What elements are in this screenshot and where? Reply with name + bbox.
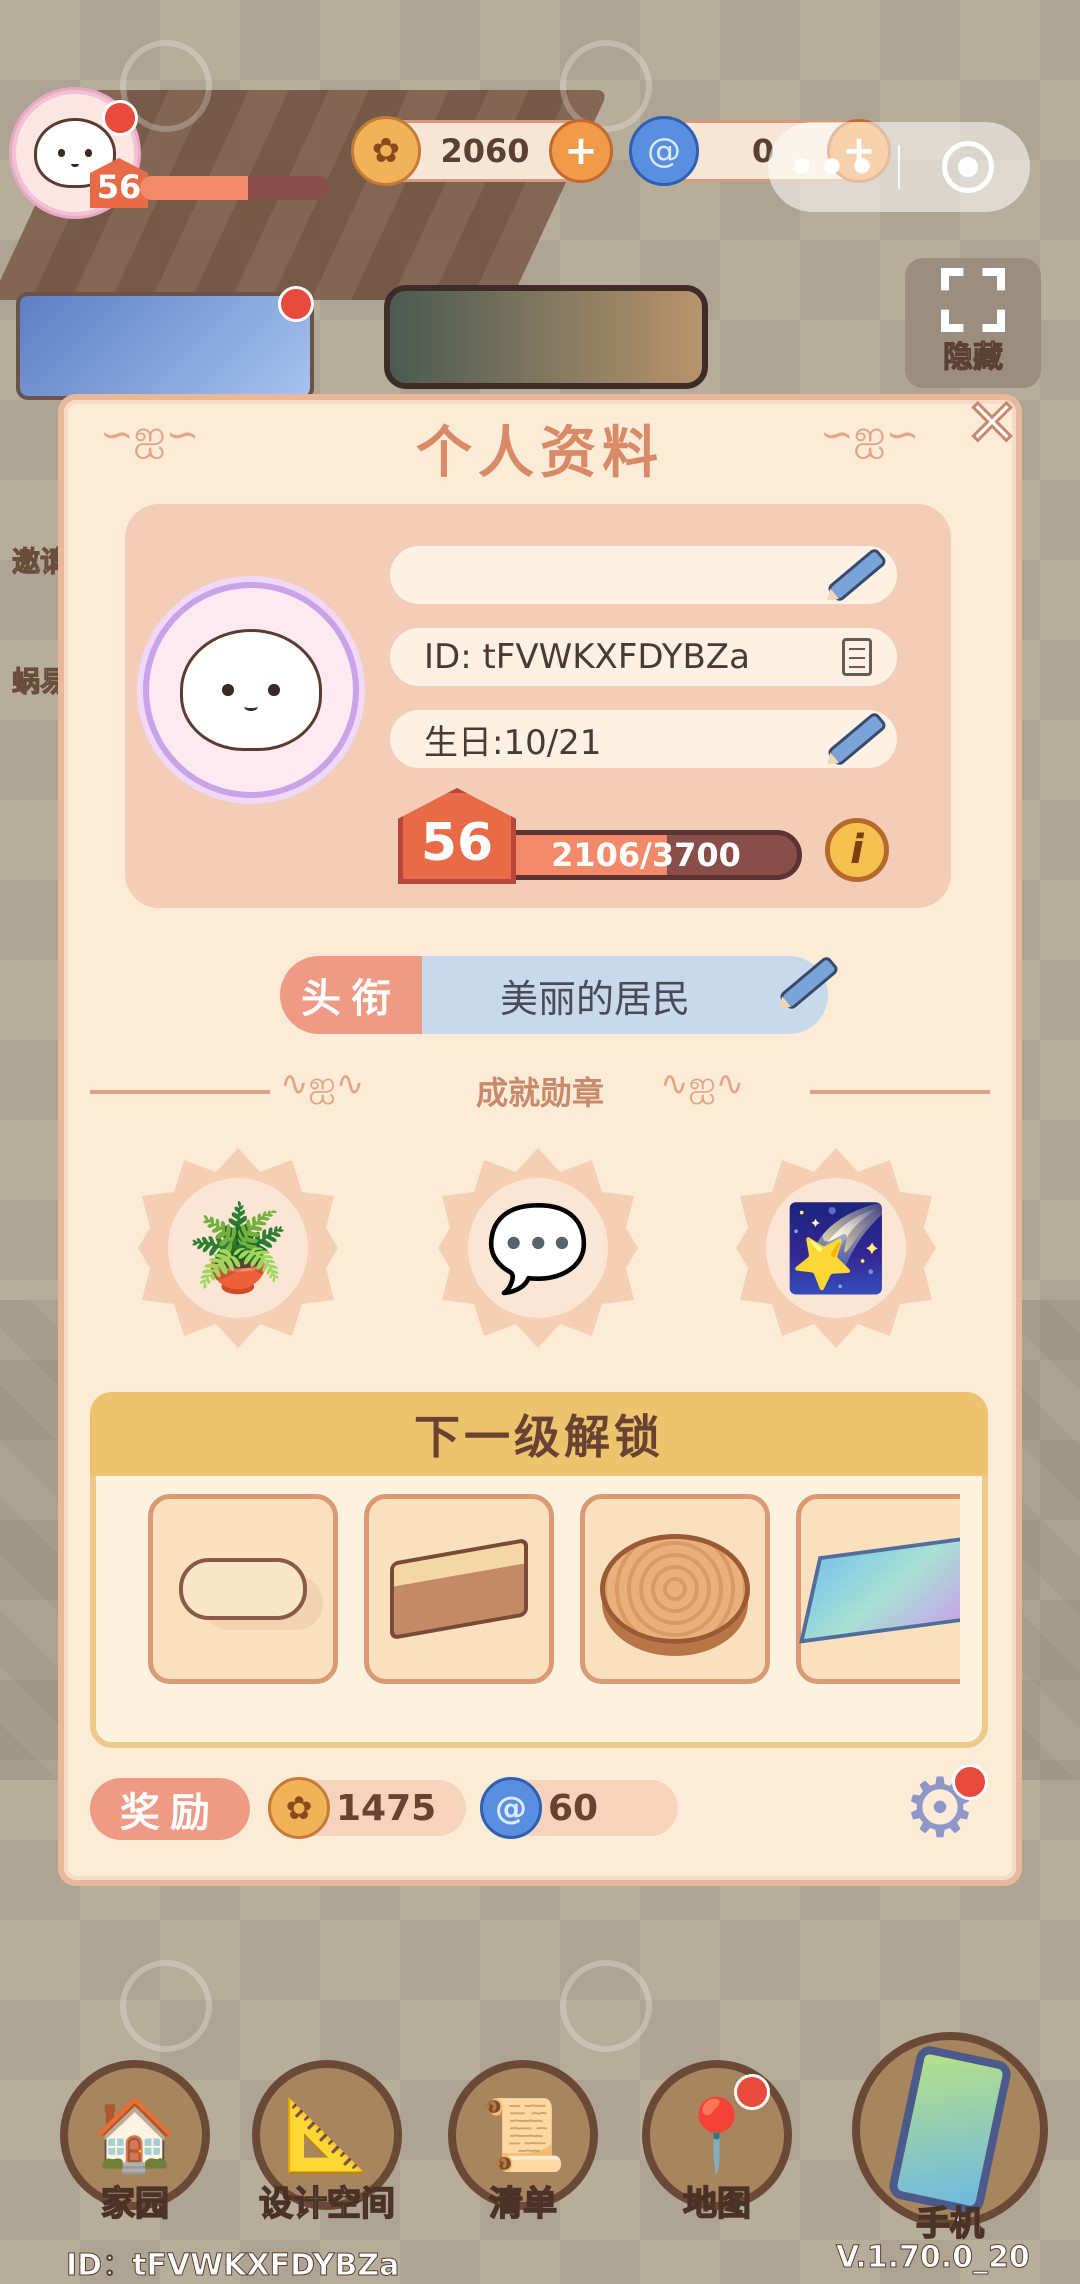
ruler-triangle-icon: 📐 — [283, 2093, 371, 2176]
profile-avatar[interactable] — [143, 582, 359, 798]
reward-gems: @ 60 — [480, 1777, 678, 1839]
more-menu-button[interactable]: ••• — [768, 142, 898, 193]
player-xp-fill — [140, 176, 249, 200]
edit-birthday-pencil-icon[interactable] — [827, 710, 887, 768]
player-id-field: ID: tFVWKXFDYBZa — [390, 628, 897, 686]
reward-gems-amount: 60 — [548, 1787, 599, 1829]
nav-list-label: 清单 — [488, 2183, 558, 2225]
swirl-gem-icon: @ — [480, 1777, 542, 1839]
fullscreen-icon — [941, 268, 1005, 332]
background-sun-decor — [560, 40, 652, 132]
level-xp-text: 2106/3700 — [551, 836, 741, 874]
rainbow-star-icon: 🌠 — [766, 1178, 906, 1318]
event-banner[interactable] — [16, 292, 314, 400]
notification-dot — [278, 286, 314, 322]
player-xp-bar — [140, 176, 330, 200]
close-miniprogram-button[interactable] — [942, 141, 994, 193]
copy-id-icon[interactable] — [827, 628, 887, 686]
unlock-item-rug[interactable] — [796, 1494, 960, 1684]
birthday-field[interactable]: 生日:10/21 — [390, 710, 897, 768]
rug-icon — [799, 1534, 960, 1644]
nickname-field[interactable] — [390, 546, 897, 604]
background-sun-decor — [120, 1960, 212, 2052]
notification-dot — [734, 2074, 770, 2110]
birthday-text: 生日:10/21 — [424, 722, 602, 763]
unlock-items-list[interactable] — [146, 1492, 960, 1692]
edit-name-pencil-icon[interactable] — [827, 546, 887, 604]
player-id-text: ID: tFVWKXFDYBZa — [424, 637, 750, 677]
achievements-heading: 成就勋章 — [475, 1074, 604, 1112]
nav-design-label: 设计空间 — [258, 2183, 396, 2225]
notification-dot — [102, 100, 138, 136]
title-value: 美丽的居民 — [422, 956, 828, 1034]
title-tag: 头衔 — [280, 956, 422, 1034]
watering-can-icon: 🪴 — [168, 1178, 308, 1318]
player-title-row: 头衔 美丽的居民 — [280, 956, 828, 1034]
unlock-item-stump-table[interactable] — [580, 1494, 770, 1684]
phone-icon — [886, 2043, 1014, 2217]
dialog-title: 个人资料 — [416, 421, 664, 486]
unlock-item-bed[interactable] — [364, 1494, 554, 1684]
achievement-medal-watering-can[interactable]: 🪴 — [120, 1148, 356, 1348]
add-coins-button[interactable]: + — [549, 119, 613, 183]
coin-amount: 2060 — [440, 132, 530, 170]
coin-icon: ✿ — [268, 1777, 330, 1839]
background-sun-decor — [560, 1960, 652, 2052]
hide-label: 隐藏 — [943, 340, 1004, 376]
footer-version: V.1.70.0_20 — [836, 2240, 1031, 2276]
reward-tag: 奖励 — [90, 1778, 250, 1840]
stump-table-icon — [600, 1534, 750, 1644]
weather-indicator[interactable] — [384, 285, 708, 389]
sheep-face-icon — [179, 628, 323, 752]
edit-title-pencil-icon[interactable] — [780, 958, 838, 1008]
level-xp-bar: 2106/3700 — [490, 830, 802, 880]
nav-map-label: 地图 — [682, 2183, 752, 2225]
bed-icon — [390, 1537, 528, 1641]
checklist-icon: 📜 — [479, 2093, 567, 2176]
coin-counter: ✿ 2060 + — [351, 116, 613, 186]
achievement-medal-rainbow-star[interactable]: 🌠 — [718, 1148, 954, 1348]
miniprogram-capsule: ••• — [768, 122, 1030, 212]
footer-player-id: ID：tFVWKXFDYBZa — [65, 2248, 400, 2284]
unlock-item-slippers[interactable] — [148, 1494, 338, 1684]
level-info-button[interactable]: i — [825, 818, 889, 882]
reward-coins-amount: 1475 — [336, 1787, 437, 1829]
swirl-gem-icon: @ — [629, 116, 699, 186]
notification-dot — [952, 1764, 988, 1800]
capsule-divider — [898, 145, 900, 189]
nav-phone-label: 手机 — [915, 2203, 985, 2245]
house-icon: 🏠 — [91, 2093, 179, 2176]
heart-chat-icon: 💬 — [468, 1178, 608, 1318]
next-level-unlock-title: 下一级解锁 — [90, 1392, 988, 1476]
nav-home-label: 家园 — [100, 2183, 170, 2225]
close-dialog-button[interactable]: ✕ — [962, 391, 1022, 458]
achievement-medal-heart-chat[interactable]: 💬 — [420, 1148, 656, 1348]
hide-ui-button[interactable]: 隐藏 — [905, 258, 1041, 388]
reward-coins: ✿ 1475 — [268, 1777, 466, 1839]
coin-icon: ✿ — [351, 116, 421, 186]
slippers-icon — [179, 1558, 307, 1620]
